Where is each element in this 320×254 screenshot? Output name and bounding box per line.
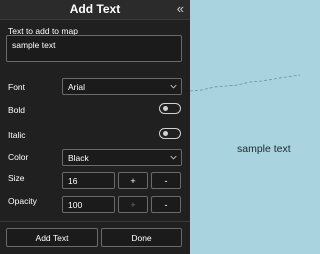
done-button[interactable]: Done <box>101 228 182 247</box>
panel-header: Add Text « <box>0 0 190 20</box>
add-text-button[interactable]: Add Text <box>6 228 98 247</box>
opacity-label: Opacity <box>8 196 37 206</box>
collapse-icon[interactable]: « <box>177 1 184 16</box>
text-input[interactable]: sample text <box>6 35 182 62</box>
opacity-increase-button[interactable]: + <box>118 196 148 213</box>
toggle-knob <box>163 106 168 111</box>
map-boundary-lines <box>190 74 300 92</box>
color-label: Color <box>8 152 29 162</box>
add-text-panel: Add Text « Text to add to map sample tex… <box>0 0 190 254</box>
chevron-down-icon <box>170 84 177 89</box>
map-text-label: sample text <box>237 143 291 155</box>
size-increase-button[interactable]: + <box>118 172 148 189</box>
font-select[interactable]: Arial <box>62 78 182 95</box>
opacity-input[interactable]: 100 <box>62 196 115 213</box>
font-label: Font <box>8 82 26 92</box>
map-view[interactable] <box>190 0 300 254</box>
font-select-value: Arial <box>68 82 86 92</box>
bold-toggle[interactable] <box>159 103 181 114</box>
toggle-knob <box>163 131 168 136</box>
color-select-value: Black <box>68 153 89 163</box>
size-decrease-button[interactable]: - <box>151 172 181 189</box>
panel-title: Add Text <box>69 2 121 16</box>
size-label: Size <box>8 173 25 183</box>
size-input[interactable]: 16 <box>62 172 115 189</box>
italic-toggle[interactable] <box>159 128 181 139</box>
chevron-down-icon <box>170 155 177 160</box>
italic-label: Italic <box>8 130 26 140</box>
opacity-decrease-button[interactable]: - <box>151 196 181 213</box>
divider <box>0 221 190 222</box>
bold-label: Bold <box>8 105 26 115</box>
color-select[interactable]: Black <box>62 149 182 166</box>
